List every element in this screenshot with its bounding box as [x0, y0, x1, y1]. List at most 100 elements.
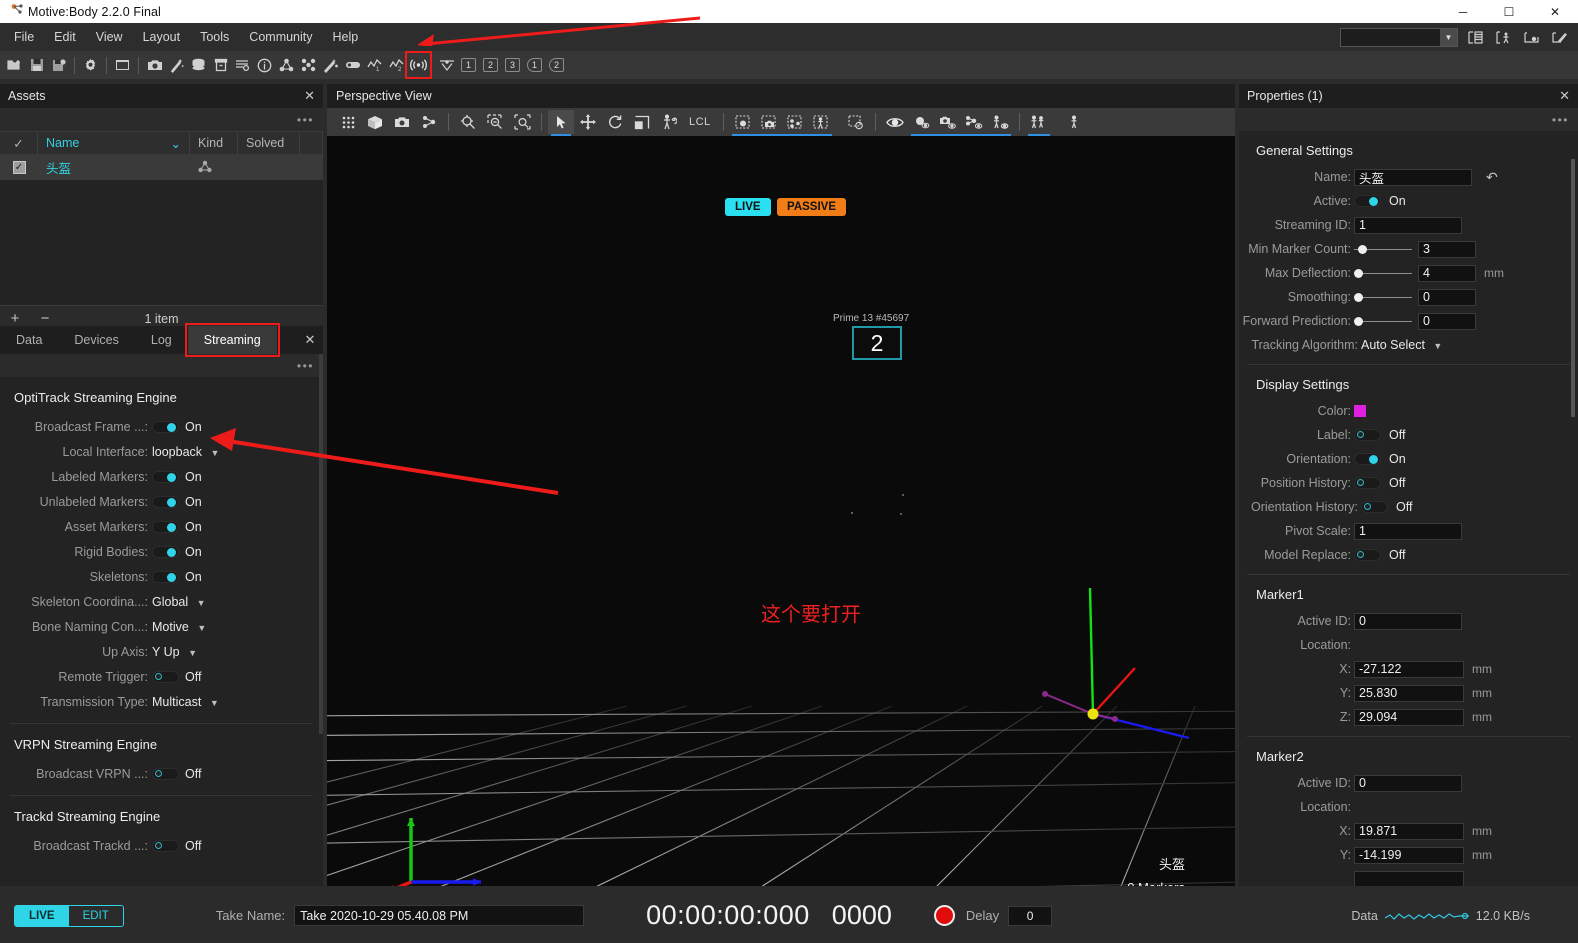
marker2-z-input[interactable] [1354, 870, 1464, 886]
row-marker1-active-id[interactable]: Active ID: 0 [1239, 609, 1578, 633]
max-deflection-slider[interactable] [1354, 265, 1412, 282]
markers-icon[interactable] [298, 54, 319, 76]
row-transmission-type[interactable]: Transmission Type: Multicast ▼ [0, 689, 323, 714]
row-marker2-y[interactable]: Y: -14.199 mm [1239, 843, 1578, 867]
marker1-x-input[interactable]: -27.122 [1354, 660, 1464, 678]
camera-pane-icon[interactable] [1520, 27, 1542, 47]
marker1-active-id-input[interactable]: 0 [1354, 612, 1462, 630]
live-mode-button[interactable]: LIVE [15, 905, 69, 926]
more-options-icon[interactable]: ••• [297, 113, 314, 127]
toggle-unlabeled-markers[interactable] [152, 495, 179, 508]
layout-combo[interactable]: ▼ [1340, 27, 1458, 47]
menu-tools[interactable]: Tools [190, 26, 239, 48]
zoom-out-icon[interactable] [482, 110, 508, 134]
new-project-icon[interactable] [4, 54, 25, 76]
list-settings-icon[interactable] [232, 54, 253, 76]
show-skeletons-icon[interactable] [987, 110, 1013, 134]
select-skeleton-icon[interactable] [808, 110, 834, 134]
row-forward-prediction[interactable]: Forward Prediction: 0 [1239, 309, 1578, 333]
row-smoothing[interactable]: Smoothing: 0 [1239, 285, 1578, 309]
record-button-icon[interactable] [933, 905, 955, 926]
row-color[interactable]: Color: [1239, 399, 1578, 423]
row-bone-naming[interactable]: Bone Naming Con...: Motive ▼ [0, 614, 323, 639]
name-input[interactable]: 头盔 [1354, 168, 1472, 186]
table-row[interactable]: ✓ 头盔 [0, 155, 323, 180]
row-skeleton-coordinates[interactable]: Skeleton Coordina...: Global ▼ [0, 589, 323, 614]
maximize-button[interactable]: ☐ [1486, 0, 1532, 23]
layout-icon[interactable] [112, 54, 133, 76]
capture-icon[interactable] [342, 54, 363, 76]
row-skeletons[interactable]: Skeletons: On [0, 564, 323, 589]
toggle-active[interactable] [1354, 195, 1381, 207]
select-marker-icon[interactable] [730, 110, 756, 134]
close-icon[interactable]: ✕ [1559, 88, 1570, 104]
row-broadcast-vrpn[interactable]: Broadcast VRPN ...: Off [0, 761, 323, 786]
live-badge[interactable]: LIVE [725, 198, 771, 216]
toggle-labeled-markers[interactable] [152, 470, 179, 483]
column-check[interactable]: ✓ [0, 131, 38, 155]
wand-icon[interactable] [166, 54, 187, 76]
take-name-input[interactable]: Take 2020-10-29 05.40.08 PM [294, 905, 585, 926]
camera-group-1-button[interactable]: 1 [527, 58, 542, 72]
minimize-button[interactable]: ─ [1440, 0, 1486, 23]
calibration-wand-icon[interactable] [320, 54, 341, 76]
marker2-y-input[interactable]: -14.199 [1354, 846, 1464, 864]
toggle-broadcast-frame[interactable] [152, 420, 179, 433]
row-checkbox[interactable]: ✓ [12, 161, 26, 174]
toggle-asset-markers[interactable] [152, 520, 179, 533]
dropdown-up-axis[interactable]: Y Up ▼ [152, 645, 197, 659]
show-cameras-icon[interactable] [935, 110, 961, 134]
toggle-label[interactable] [1354, 429, 1381, 441]
toggle-broadcast-trackd[interactable] [152, 839, 179, 852]
rotate-tool-icon[interactable] [602, 110, 628, 134]
row-pivot-scale[interactable]: Pivot Scale: 1 [1239, 519, 1578, 543]
row-marker2-active-id[interactable]: Active ID: 0 [1239, 771, 1578, 795]
translate-tool-icon[interactable] [575, 110, 601, 134]
select-rigidbody-icon[interactable] [782, 110, 808, 134]
select-camera-icon[interactable] [756, 110, 782, 134]
row-broadcast-trackd[interactable]: Broadcast Trackd ...: Off [0, 833, 323, 858]
close-icon[interactable]: ✕ [297, 326, 323, 354]
graph2-icon[interactable]: 2 [386, 54, 407, 76]
close-icon[interactable]: ✕ [304, 88, 315, 104]
row-marker1-y[interactable]: Y: 25.830 mm [1239, 681, 1578, 705]
dropdown-tracking-algorithm[interactable]: Auto Select ▼ [1361, 338, 1442, 352]
save-icon[interactable] [26, 54, 47, 76]
row-asset-markers[interactable]: Asset Markers: On [0, 514, 323, 539]
toggle-model-replace[interactable] [1354, 549, 1381, 561]
column-kind[interactable]: Kind [190, 131, 238, 155]
menu-view[interactable]: View [86, 26, 133, 48]
row-checkbox-cell[interactable]: ✓ [0, 155, 38, 180]
column-name[interactable]: Name ⌄ [38, 131, 190, 155]
live-edit-toggle[interactable]: LIVE EDIT [14, 904, 124, 927]
row-max-deflection[interactable]: Max Deflection: 4 mm [1239, 261, 1578, 285]
more-options-icon[interactable]: ••• [297, 359, 314, 373]
forward-prediction-slider[interactable] [1354, 313, 1412, 330]
show-rigidbodies-icon[interactable] [961, 110, 987, 134]
toggle-remote-trigger[interactable] [152, 670, 179, 683]
show-bones-icon[interactable] [1061, 110, 1087, 134]
row-unlabeled-markers[interactable]: Unlabeled Markers: On [0, 489, 323, 514]
tab-data[interactable]: Data [0, 326, 58, 354]
row-broadcast-frame[interactable]: Broadcast Frame ...: On [0, 414, 323, 439]
select-circle-icon[interactable] [843, 110, 869, 134]
zoom-target-icon[interactable] [455, 110, 481, 134]
skeleton-pane-icon[interactable] [1492, 27, 1514, 47]
camera-view-icon[interactable] [389, 110, 415, 134]
graph1-icon[interactable]: 1 [364, 54, 385, 76]
delay-input[interactable]: 0 [1008, 905, 1053, 926]
smoothing-slider[interactable] [1354, 289, 1412, 306]
data-stack-icon[interactable] [188, 54, 209, 76]
broadcast-icon[interactable] [405, 51, 432, 79]
row-local-interface[interactable]: Local Interface: loopback ▼ [0, 439, 323, 464]
dropdown-skeleton-coordinates[interactable]: Global ▼ [152, 595, 206, 609]
skeleton-tool-icon[interactable] [656, 110, 682, 134]
menu-file[interactable]: File [4, 26, 44, 48]
column-solved[interactable]: Solved [238, 131, 300, 155]
row-marker2-z[interactable] [1239, 867, 1578, 886]
toggle-rigid-bodies[interactable] [152, 545, 179, 558]
marker1-y-input[interactable]: 25.830 [1354, 684, 1464, 702]
toggle-position-history[interactable] [1354, 477, 1381, 489]
row-active[interactable]: Active: On [1239, 189, 1578, 213]
row-remote-trigger[interactable]: Remote Trigger: Off [0, 664, 323, 689]
